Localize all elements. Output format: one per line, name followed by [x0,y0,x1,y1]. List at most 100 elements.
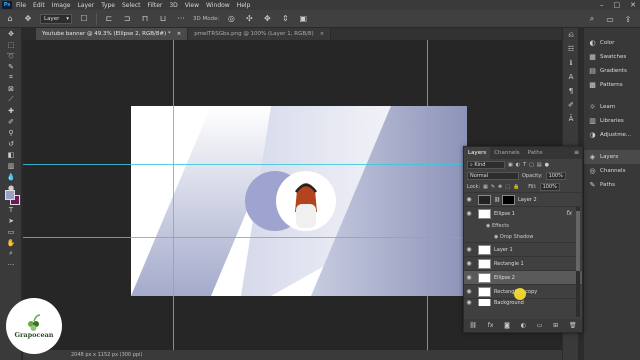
new-adjustment-icon[interactable]: ◐ [521,322,526,329]
share-icon[interactable]: ⇪ [622,13,634,25]
move-tool-icon[interactable]: ✥ [22,13,34,25]
guide-vertical[interactable] [173,40,174,350]
dock-paths[interactable]: ✎ Paths [584,178,640,192]
menu-filter[interactable]: Filter [148,2,163,9]
menu-edit[interactable]: Edit [33,2,45,9]
3d-roll-icon[interactable]: ✣ [243,13,255,25]
properties-icon[interactable]: ☷ [563,42,579,56]
transform-controls-checkbox[interactable]: ☐ [78,13,90,25]
dock-channels[interactable]: ◎ Channels [584,164,640,178]
filter-smart-icon[interactable]: ▤ [537,162,542,168]
zoom-tool-icon[interactable]: ⌕ [0,248,22,259]
visibility-eye-icon[interactable]: ◉ [464,299,474,306]
brushes-icon[interactable]: ✐ [563,98,579,112]
tab-layers[interactable]: Layers [464,147,491,159]
dock-patterns[interactable]: ▩ Patterns [584,78,640,92]
add-style-icon[interactable]: fx [488,322,494,329]
dock-adjustments[interactable]: ◑ Adjustme... [584,128,640,142]
gradient-tool-icon[interactable]: ▥ [0,160,22,171]
brush-tool-icon[interactable]: ✐ [0,116,22,127]
align-center-icon[interactable]: ⊐ [121,13,133,25]
maximize-icon[interactable]: □ [614,1,621,9]
crop-tool-icon[interactable]: ⌗ [0,72,22,83]
layer-name[interactable]: Background [494,300,524,306]
menu-type[interactable]: Type [101,2,115,9]
lock-image-icon[interactable]: ✎ [491,184,495,190]
tab-pmeitrsgbs[interactable]: pmeITRSGbs.png @ 100% (Layer 1, RGB/8) × [188,28,332,40]
kind-filter-dropdown[interactable]: ⌕ Kind [467,160,505,169]
layer-name[interactable]: Ellipse 2 [494,275,515,281]
visibility-eye-icon[interactable]: ◉ [464,260,474,267]
3d-camera-icon[interactable]: ▣ [297,13,309,25]
dock-swatches[interactable]: ▦ Swatches [584,50,640,64]
auto-select-dropdown[interactable]: Layer ▾ [40,13,72,24]
dock-libraries[interactable]: ▥ Libraries [584,114,640,128]
tab-paths[interactable]: Paths [524,147,547,159]
hand-tool-icon[interactable]: ✋ [0,237,22,248]
filter-toggle-icon[interactable]: ● [545,162,549,168]
fill-field[interactable]: 100% [539,182,560,191]
new-group-icon[interactable]: ▭ [537,322,543,329]
dock-layers[interactable]: ◈ Layers [584,150,640,164]
link-layers-icon[interactable]: ⛓ [469,322,477,329]
search-icon[interactable]: ⌕ [586,13,598,25]
menu-help[interactable]: Help [237,2,251,9]
menu-image[interactable]: Image [52,2,71,9]
menu-view[interactable]: View [185,2,199,9]
layer-name[interactable]: Layer 1 [494,247,513,253]
effect-item-row[interactable]: ◉ Drop Shadow [464,231,582,242]
effects-row[interactable]: ◉ Effects [464,220,582,231]
visibility-eye-icon[interactable]: ◉ [464,288,474,295]
menu-file[interactable]: File [16,2,26,9]
more-tools-icon[interactable]: ··· [0,259,22,270]
lock-transparent-icon[interactable]: ▦ [483,184,488,190]
fx-icon[interactable]: fx [566,210,572,217]
align-right-icon[interactable]: ⊓ [139,13,151,25]
panel-menu-icon[interactable]: ≡ [574,149,579,156]
3d-orbit-icon[interactable]: ◎ [225,13,237,25]
scrollbar-thumb[interactable] [576,211,580,271]
menu-window[interactable]: Window [206,2,230,9]
delete-layer-icon[interactable]: 🗑 [569,322,577,329]
tab-channels[interactable]: Channels [490,147,523,159]
eraser-tool-icon[interactable]: ◧ [0,149,22,160]
layer-row[interactable]: ◉ Layer 1 [464,242,582,256]
new-layer-icon[interactable]: ⊞ [553,322,558,329]
blur-tool-icon[interactable]: 💧 [0,171,22,182]
lock-artboard-icon[interactable]: ⬚ [505,184,510,190]
character-icon[interactable]: A [563,70,579,84]
dock-learn[interactable]: ☼ Learn [584,100,640,114]
clone-stamp-tool-icon[interactable]: ⚲ [0,127,22,138]
distribute-icon[interactable]: ⊔ [157,13,169,25]
menu-layer[interactable]: Layer [77,2,94,9]
filter-pixel-icon[interactable]: ▣ [508,162,513,168]
history-icon[interactable]: ⎌ [563,28,579,42]
add-mask-icon[interactable]: ◙ [504,322,510,329]
minimize-icon[interactable]: – [600,1,604,9]
foreground-color-swatch[interactable] [5,190,15,200]
rectangle-tool-icon[interactable]: ▭ [0,226,22,237]
paragraph-icon[interactable]: ¶ [563,84,579,98]
layers-scrollbar[interactable] [576,207,580,317]
artboard[interactable] [131,106,467,296]
visibility-eye-icon[interactable]: ◉ [464,196,474,203]
marquee-tool-icon[interactable]: ⬚ [0,39,22,50]
glyphs-icon[interactable]: Ā [563,112,579,126]
filter-type-icon[interactable]: T [523,162,526,168]
quick-select-tool-icon[interactable]: ✎ [0,61,22,72]
visibility-eye-icon[interactable]: ◉ [464,274,474,281]
layer-row-selected[interactable]: ◉ Ellipse 2 [464,270,582,284]
tab-youtube-banner[interactable]: Youtube banner @ 49.3% (Ellipse 2, RGB/8… [36,28,189,40]
healing-brush-tool-icon[interactable]: ✚ [0,105,22,116]
eyedropper-tool-icon[interactable]: ⟋ [0,94,22,105]
layer-row[interactable]: ◉ ⛓ Layer 2 [464,192,582,206]
layer-row[interactable]: ◉ Ellipse 1 fx [464,206,582,220]
frame-tool-icon[interactable]: ⊠ [0,83,22,94]
path-select-tool-icon[interactable]: ➤ [0,215,22,226]
menu-select[interactable]: Select [122,2,141,9]
history-brush-tool-icon[interactable]: ↺ [0,138,22,149]
filter-shape-icon[interactable]: ▢ [529,162,534,168]
layer-name[interactable]: Rectangle 1 [494,261,524,267]
visibility-eye-icon[interactable]: ◉ [464,246,474,253]
close-icon[interactable]: × [177,31,182,37]
